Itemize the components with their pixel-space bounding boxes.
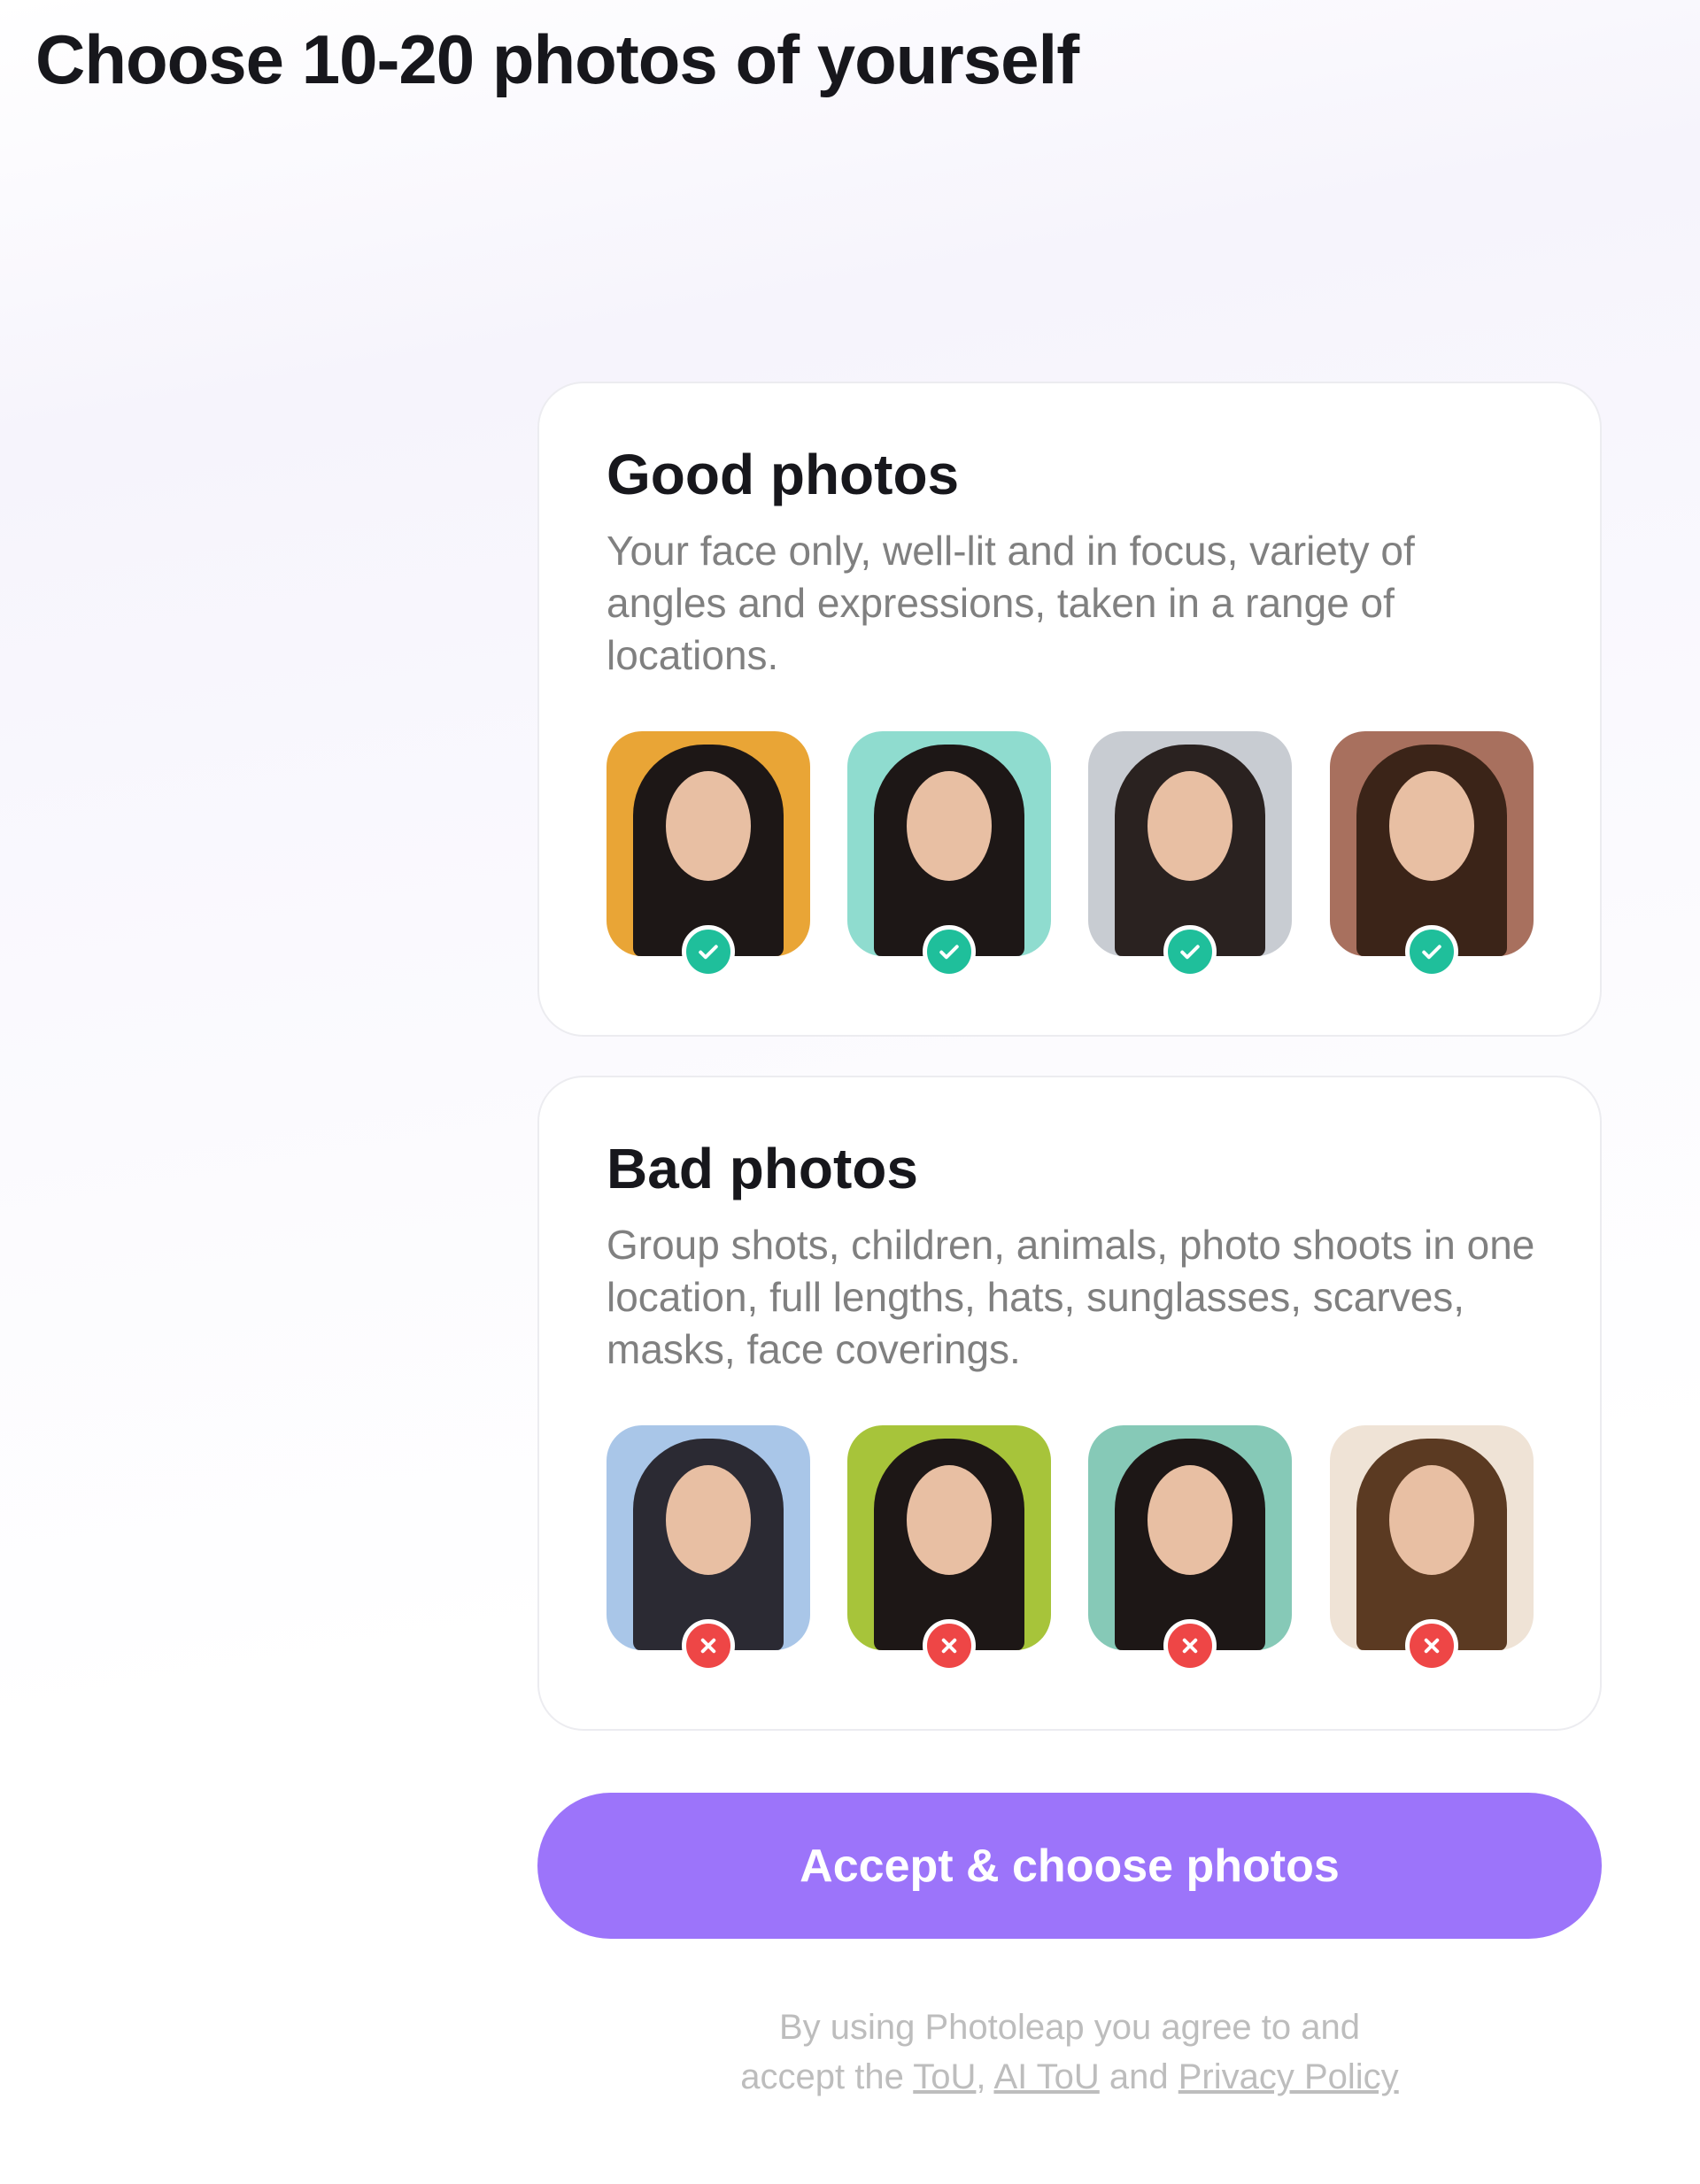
good-photos-card: Good photos Your face only, well-lit and… (537, 382, 1602, 1037)
tou-link[interactable]: ToU (913, 2057, 976, 2096)
good-photos-heading: Good photos (607, 443, 960, 506)
check-icon (1405, 925, 1458, 978)
accept-choose-photos-button[interactable]: Accept & choose photos (537, 1793, 1602, 1939)
check-icon (923, 925, 976, 978)
x-icon (1405, 1619, 1458, 1672)
legal-line-2: accept the ToU, AI ToU and Privacy Polic… (740, 2057, 1399, 2096)
good-photo-example (847, 731, 1051, 956)
bad-photo-example (1088, 1425, 1292, 1650)
ai-tou-link[interactable]: AI ToU (993, 2057, 1099, 2096)
good-photo-example (607, 731, 810, 956)
bad-photos-row (607, 1425, 1545, 1682)
bad-photo-example (847, 1425, 1051, 1650)
bad-photo-example (1330, 1425, 1534, 1650)
x-icon (1163, 1619, 1217, 1672)
check-icon (1163, 925, 1217, 978)
legal-line-1: By using Photoleap you agree to and (778, 2008, 1361, 2047)
bad-photo-example (607, 1425, 810, 1650)
good-photos-description: Your face only, well-lit and in focus, v… (607, 528, 1415, 678)
bad-photos-card: Bad photos Group shots, children, animal… (537, 1076, 1602, 1731)
bad-photos-heading: Bad photos (607, 1137, 918, 1200)
x-icon (682, 1619, 735, 1672)
good-photos-row (607, 731, 1545, 988)
good-photo-example (1330, 731, 1534, 956)
legal-notice: By using Photoleap you agree to and acce… (537, 2003, 1602, 2102)
good-photo-example (1088, 731, 1292, 956)
privacy-policy-link[interactable]: Privacy Policy (1178, 2057, 1399, 2096)
check-icon (682, 925, 735, 978)
x-icon (923, 1619, 976, 1672)
page-title: Choose 10-20 photos of yourself (35, 20, 1079, 98)
bad-photos-description: Group shots, children, animals, photo sh… (607, 1222, 1535, 1372)
